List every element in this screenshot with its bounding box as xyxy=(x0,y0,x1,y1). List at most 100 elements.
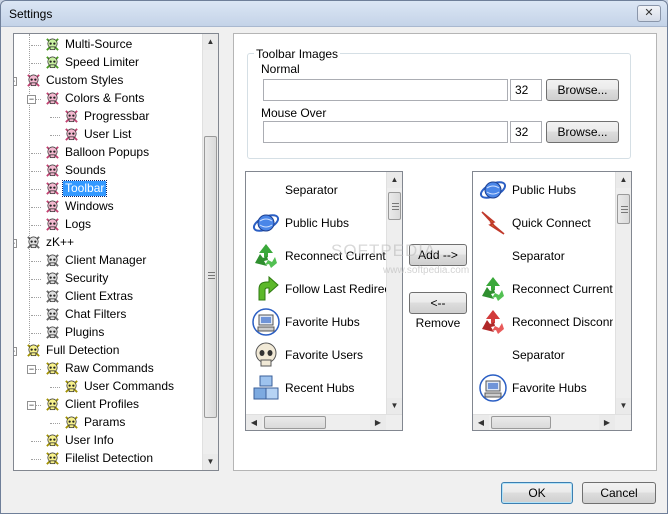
list-item[interactable]: Recent Hubs xyxy=(246,372,386,405)
tree-node-label: User Commands xyxy=(84,379,175,393)
available-items-list[interactable]: SeparatorPublic HubsReconnect Current Hu… xyxy=(245,171,403,431)
tree-node[interactable]: Client Extras xyxy=(14,288,202,306)
normal-browse-button[interactable]: Browse... xyxy=(546,79,619,101)
list-item[interactable]: Follow Last Redirect xyxy=(246,273,386,306)
tree-node[interactable]: − Colors & Fonts xyxy=(14,90,202,108)
list-item[interactable]: Separator xyxy=(473,240,613,273)
scroll-up-button[interactable]: ▲ xyxy=(203,34,218,50)
close-button[interactable]: ✕ xyxy=(637,5,661,22)
normal-size-input[interactable]: 32 xyxy=(510,79,542,101)
tree-node[interactable]: Speed Limiter xyxy=(14,54,202,72)
list-item[interactable]: Public Hubs xyxy=(473,174,613,207)
tree-node[interactable]: Windows xyxy=(14,198,202,216)
window-title: Settings xyxy=(9,7,53,21)
tree-node[interactable]: Toolbar xyxy=(14,180,202,198)
list-item[interactable]: Favorite Hubs xyxy=(246,306,386,339)
toolbar-items-list[interactable]: Public Hubs Quick Connect Separator Reconne… xyxy=(472,171,632,431)
scrollbar-thumb[interactable] xyxy=(617,194,630,224)
available-list-vertical-scrollbar[interactable]: ▲ ▼ xyxy=(386,172,402,414)
tree-node[interactable]: User Info xyxy=(14,432,202,450)
tree-node-label: Full Detection xyxy=(46,343,120,357)
list-item-label: Quick Connect xyxy=(512,216,591,230)
scroll-left-button[interactable]: ◀ xyxy=(473,415,489,430)
scroll-down-button[interactable]: ▼ xyxy=(387,398,402,414)
list-item-label: Reconnect Disconnected xyxy=(512,315,613,329)
tree-node-label: Plugins xyxy=(65,325,105,339)
list-item[interactable]: Separator xyxy=(473,339,613,372)
tree-collapse-toggle[interactable]: − xyxy=(27,95,36,104)
scrollbar-thumb[interactable] xyxy=(264,416,326,429)
list-item-label: Public Hubs xyxy=(285,216,350,230)
scroll-left-button[interactable]: ◀ xyxy=(246,415,262,430)
tree-node[interactable]: Multi-Source xyxy=(14,36,202,54)
scroll-up-button[interactable]: ▲ xyxy=(387,172,402,188)
tree-node[interactable]: Logs xyxy=(14,216,202,234)
scrollbar-thumb[interactable] xyxy=(388,192,401,220)
tree-collapse-toggle[interactable]: − xyxy=(27,365,36,374)
scroll-right-button[interactable]: ▶ xyxy=(370,415,386,430)
tree-node[interactable]: User List xyxy=(14,126,202,144)
skull-icon xyxy=(251,340,281,370)
tree-vertical-scrollbar[interactable]: ▲ ▼ xyxy=(202,34,218,470)
cancel-button[interactable]: Cancel xyxy=(582,482,656,504)
list-item[interactable]: Separator xyxy=(246,174,386,207)
list-item[interactable]: Reconnect Current Hub xyxy=(473,273,613,306)
pink-skull-icon xyxy=(45,217,60,232)
normal-image-path-input[interactable] xyxy=(263,79,508,101)
tree-node-label: Balloon Popups xyxy=(65,145,150,159)
tree-node[interactable]: − Custom Styles xyxy=(14,72,202,90)
tree-node-label: Client Manager xyxy=(65,253,147,267)
scrollbar-thumb[interactable] xyxy=(491,416,551,429)
tree-node[interactable]: Filelist Detection xyxy=(14,450,202,468)
tree-node[interactable]: Balloon Popups xyxy=(14,144,202,162)
tree-node[interactable]: Progressbar xyxy=(14,108,202,126)
settings-tree[interactable]: Multi-SourceSpeed Limiter−Custom Styles−… xyxy=(13,33,219,471)
tree-collapse-toggle[interactable]: − xyxy=(27,401,36,410)
mouse-over-size-input[interactable]: 32 xyxy=(510,121,542,143)
list-item[interactable]: Public Hubs xyxy=(246,207,386,240)
scroll-down-button[interactable]: ▼ xyxy=(203,454,218,470)
tree-node[interactable]: − Full Detection xyxy=(14,342,202,360)
mouse-over-image-path-input[interactable] xyxy=(263,121,508,143)
title-bar[interactable]: Settings ✕ xyxy=(1,1,667,27)
computer-icon xyxy=(478,373,508,403)
list-item[interactable]: Favorite Hubs xyxy=(473,372,613,405)
tree-collapse-toggle[interactable]: − xyxy=(14,77,17,86)
tree-node[interactable]: − zK++ xyxy=(14,234,202,252)
scroll-up-button[interactable]: ▲ xyxy=(616,172,631,188)
tree-collapse-toggle[interactable]: − xyxy=(14,239,17,248)
list-item-label: Public Hubs xyxy=(512,183,577,197)
list-item[interactable]: Favorite Users xyxy=(246,339,386,372)
available-list-horizontal-scrollbar[interactable]: ◀ ▶ xyxy=(246,414,402,430)
globe-icon xyxy=(478,175,508,205)
tree-node[interactable]: Params xyxy=(14,414,202,432)
green-recycle-icon xyxy=(478,274,508,304)
tree-node[interactable]: Client Manager xyxy=(14,252,202,270)
computer-icon xyxy=(251,307,281,337)
toolbar-list-vertical-scrollbar[interactable]: ▲ ▼ xyxy=(615,172,631,414)
gray-skull-icon xyxy=(45,253,60,268)
ok-button[interactable]: OK xyxy=(501,482,573,504)
tree-node-label: Filelist Detection xyxy=(65,451,154,465)
list-item[interactable]: Quick Connect xyxy=(473,207,613,240)
scrollbar-thumb[interactable] xyxy=(204,136,217,418)
remove-button[interactable]: <-- Remove xyxy=(409,292,467,330)
tree-collapse-toggle[interactable]: − xyxy=(14,347,17,356)
list-item-label: Favorite Hubs xyxy=(285,315,360,329)
tree-node[interactable]: − Client Profiles xyxy=(14,396,202,414)
tree-node-label: Windows xyxy=(65,199,114,213)
scroll-right-button[interactable]: ▶ xyxy=(599,415,615,430)
tree-node[interactable]: − Raw Commands xyxy=(14,360,202,378)
green-skull-icon xyxy=(45,55,60,70)
list-item-label: Separator xyxy=(285,183,338,197)
tree-node[interactable]: Chat Filters xyxy=(14,306,202,324)
tree-node[interactable]: Sounds xyxy=(14,162,202,180)
tree-node[interactable]: Plugins xyxy=(14,324,202,342)
list-item[interactable]: Reconnect Disconnected xyxy=(473,306,613,339)
mouse-over-browse-button[interactable]: Browse... xyxy=(546,121,619,143)
tree-node[interactable]: Security xyxy=(14,270,202,288)
toolbar-list-horizontal-scrollbar[interactable]: ◀ ▶ xyxy=(473,414,631,430)
tree-node[interactable]: User Commands xyxy=(14,378,202,396)
scroll-down-button[interactable]: ▼ xyxy=(616,398,631,414)
pink-skull-icon xyxy=(45,181,60,196)
